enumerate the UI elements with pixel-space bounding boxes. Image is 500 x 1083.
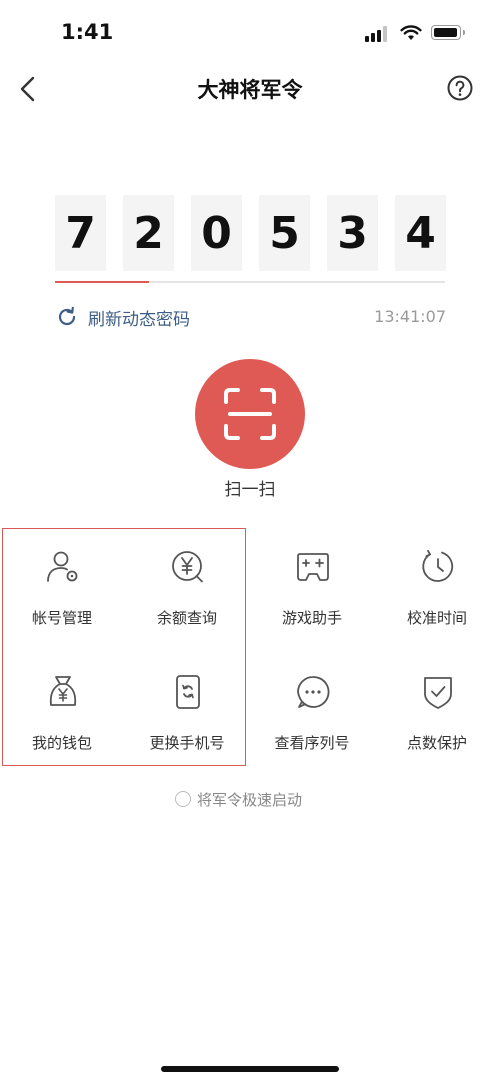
page-title: 大神将军令: [197, 78, 303, 102]
grid-label-account-management: 帐号管理: [31, 609, 92, 627]
quick-start-label: 将军令极速启动: [197, 790, 303, 809]
code-digit: 3: [327, 195, 378, 271]
battery-icon: [431, 25, 465, 40]
code-timer-progress-fill: [55, 281, 149, 283]
radio-unchecked-icon[interactable]: [175, 791, 191, 807]
refresh-code-button[interactable]: 刷新动态密码: [56, 303, 190, 331]
grid-label-calibrate-time: 校准时间: [406, 609, 467, 627]
user-settings-icon: [47, 551, 78, 582]
grid-label-point-protection: 点数保护: [406, 734, 467, 752]
question-circle-icon: [447, 75, 473, 101]
grid-label-my-wallet: 我的钱包: [31, 734, 92, 752]
scan-label: 扫一扫: [224, 480, 276, 500]
code-digit: 4: [395, 195, 446, 271]
grid-label-balance-query: 余额查询: [156, 609, 217, 627]
quick-start-toggle[interactable]: 将军令极速启动: [175, 787, 302, 811]
refresh-time: 13:41:07: [374, 307, 446, 326]
gamepad-icon: [297, 553, 329, 581]
refresh-icon: [58, 306, 76, 326]
nav-bar: 大神将军令: [0, 66, 500, 112]
home-indicator: [161, 1066, 339, 1072]
status-time: 1:41: [61, 20, 114, 44]
grid-label-game-assistant: 游戏助手: [281, 609, 342, 627]
grid-label-change-phone: 更换手机号: [149, 734, 225, 752]
clock-sync-icon: [422, 549, 454, 582]
code-digit: 2: [123, 195, 174, 271]
chat-dots-icon: [297, 676, 330, 708]
code-digit: 7: [55, 195, 106, 271]
code-digit: 5: [259, 195, 310, 271]
money-bag-icon: [49, 676, 77, 706]
scan-button[interactable]: [195, 359, 305, 469]
yuan-search-icon: [172, 551, 203, 583]
code-timer-progress: [55, 281, 445, 283]
code-digit: 0: [191, 195, 242, 271]
wifi-icon: [400, 25, 422, 40]
refresh-label: 刷新动态密码: [88, 309, 190, 330]
status-bar: 1:41: [0, 0, 500, 66]
dynamic-code: 7 2 0 5 3 4: [55, 195, 447, 271]
scan-icon: [224, 388, 276, 440]
help-button[interactable]: [447, 75, 473, 101]
phone-swap-icon: [176, 675, 200, 709]
shield-check-icon: [424, 677, 452, 709]
cellular-signal-icon: [365, 26, 391, 42]
grid-label-serial-number: 查看序列号: [274, 734, 350, 752]
